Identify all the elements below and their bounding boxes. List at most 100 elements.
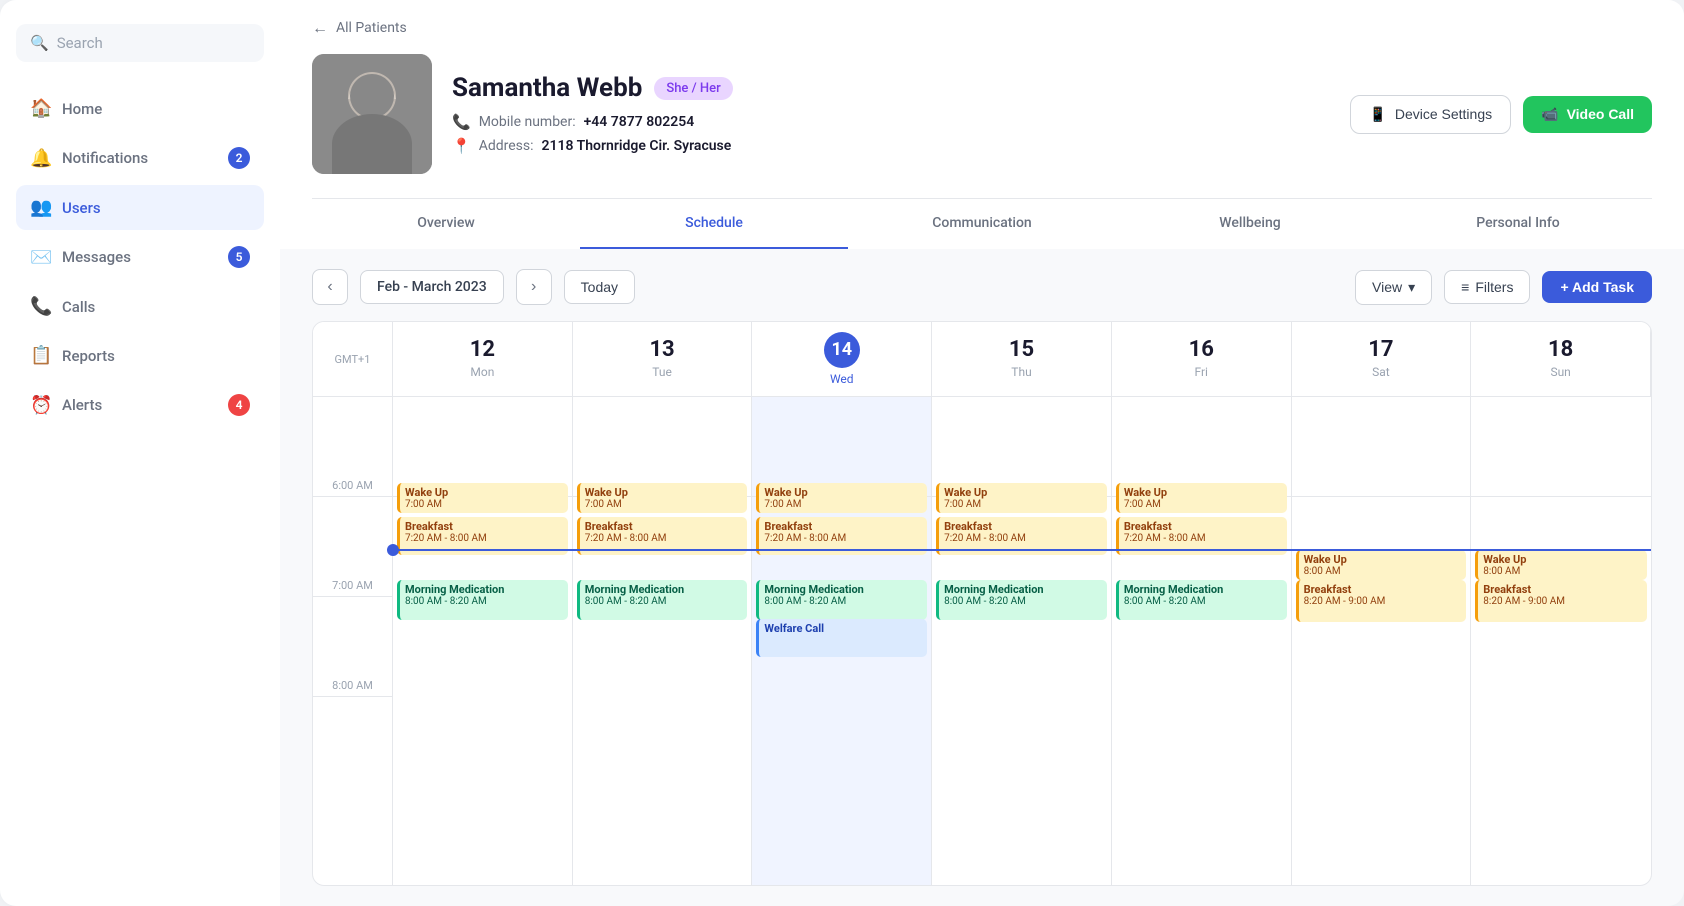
fri-6am-slot bbox=[1112, 397, 1291, 497]
wed-wakeup-event[interactable]: Wake Up 7:00 AM bbox=[756, 483, 927, 513]
sat-breakfast-event[interactable]: Breakfast 8:20 AM - 9:00 AM bbox=[1296, 580, 1467, 622]
main-content: ← All Patients Samantha Webb She / Her bbox=[280, 0, 1684, 906]
mon-breakfast-time: 7:20 AM - 8:00 AM bbox=[405, 533, 563, 544]
fri-breakfast-time: 7:20 AM - 8:00 AM bbox=[1124, 533, 1282, 544]
sidebar-item-home[interactable]: 🏠 Home bbox=[16, 86, 264, 131]
back-link[interactable]: ← All Patients bbox=[312, 18, 1652, 38]
mon-breakfast-title: Breakfast bbox=[405, 520, 563, 533]
wed-med-event[interactable]: Morning Medication 8:00 AM - 8:20 AM bbox=[756, 580, 927, 620]
view-button[interactable]: View ▾ bbox=[1355, 270, 1432, 305]
prev-week-button[interactable]: ‹ bbox=[312, 269, 348, 305]
tue-med-event[interactable]: Morning Medication 8:00 AM - 8:20 AM bbox=[577, 580, 748, 620]
time-slot-6am: 6:00 AM bbox=[313, 397, 392, 497]
sun-wakeup-title: Wake Up bbox=[1483, 553, 1642, 566]
fri-med-event[interactable]: Morning Medication 8:00 AM - 8:20 AM bbox=[1116, 580, 1287, 620]
tab-overview-label: Overview bbox=[417, 215, 474, 231]
wed-6am-slot bbox=[752, 397, 931, 497]
sidebar-item-alerts[interactable]: ⏰ Alerts 4 bbox=[16, 382, 264, 428]
today-button[interactable]: Today bbox=[564, 270, 635, 304]
sidebar-label-reports: Reports bbox=[62, 347, 115, 365]
tab-schedule[interactable]: Schedule bbox=[580, 199, 848, 249]
sidebar-item-calls[interactable]: 📞 Calls bbox=[16, 284, 264, 329]
wed-wakeup-title: Wake Up bbox=[764, 486, 922, 499]
sidebar-label-calls: Calls bbox=[62, 298, 95, 316]
sat-breakfast-title: Breakfast bbox=[1304, 583, 1462, 596]
sidebar-item-users[interactable]: 👥 Users bbox=[16, 185, 264, 230]
fri-breakfast-event[interactable]: Breakfast 7:20 AM - 8:00 AM bbox=[1116, 517, 1287, 555]
video-call-button[interactable]: 📹 Video Call bbox=[1523, 96, 1652, 133]
messages-badge: 5 bbox=[228, 246, 250, 268]
time-label-8am: 8:00 AM bbox=[332, 679, 373, 692]
bell-icon: 🔔 bbox=[30, 148, 50, 169]
mon-breakfast-event[interactable]: Breakfast 7:20 AM - 8:00 AM bbox=[397, 517, 568, 555]
fri-breakfast-title: Breakfast bbox=[1124, 520, 1282, 533]
tab-communication[interactable]: Communication bbox=[848, 199, 1116, 249]
thu-wakeup-title: Wake Up bbox=[944, 486, 1102, 499]
sidebar-item-messages[interactable]: ✉️ Messages 5 bbox=[16, 234, 264, 280]
day-name-mon: Mon bbox=[470, 365, 494, 379]
day-header-15: 15 Thu bbox=[932, 322, 1112, 396]
mon-med-event[interactable]: Morning Medication 8:00 AM - 8:20 AM bbox=[397, 580, 568, 620]
tab-personal-info[interactable]: Personal Info bbox=[1384, 199, 1652, 249]
sun-wakeup-time: 8:00 AM bbox=[1483, 566, 1642, 577]
day-num-17: 17 bbox=[1368, 339, 1393, 361]
mobile-value: +44 7877 802254 bbox=[584, 114, 695, 130]
sidebar-item-reports[interactable]: 📋 Reports bbox=[16, 333, 264, 378]
time-slot-8am: 8:00 AM bbox=[313, 597, 392, 697]
location-icon: 📍 bbox=[452, 137, 471, 155]
sun-breakfast-event[interactable]: Breakfast 8:20 AM - 9:00 AM bbox=[1475, 580, 1647, 622]
thu-breakfast-event[interactable]: Breakfast 7:20 AM - 8:00 AM bbox=[936, 517, 1107, 555]
day-col-thu: Wake Up 7:00 AM Breakfast 7:20 AM - 8:00… bbox=[932, 397, 1112, 885]
thu-med-event[interactable]: Morning Medication 8:00 AM - 8:20 AM bbox=[936, 580, 1107, 620]
sidebar-item-notifications[interactable]: 🔔 Notifications 2 bbox=[16, 135, 264, 181]
sat-wakeup-event[interactable]: Wake Up 8:00 AM bbox=[1296, 550, 1467, 580]
tab-wellbeing-label: Wellbeing bbox=[1219, 215, 1280, 231]
video-call-label: Video Call bbox=[1567, 106, 1634, 122]
address-value: 2118 Thornridge Cir. Syracuse bbox=[542, 138, 732, 154]
wed-wakeup-time: 7:00 AM bbox=[764, 499, 922, 510]
fri-wakeup-event[interactable]: Wake Up 7:00 AM bbox=[1116, 483, 1287, 513]
thu-wakeup-event[interactable]: Wake Up 7:00 AM bbox=[936, 483, 1107, 513]
tab-wellbeing[interactable]: Wellbeing bbox=[1116, 199, 1384, 249]
day-name-sat: Sat bbox=[1372, 365, 1390, 379]
search-placeholder: Search bbox=[57, 34, 103, 52]
day-name-thu: Thu bbox=[1011, 365, 1031, 379]
day-header-18: 18 Sun bbox=[1471, 322, 1651, 396]
tue-wakeup-event[interactable]: Wake Up 7:00 AM bbox=[577, 483, 748, 513]
home-icon: 🏠 bbox=[30, 98, 50, 119]
add-task-button[interactable]: + Add Task bbox=[1542, 271, 1652, 303]
sun-breakfast-time: 8:20 AM - 9:00 AM bbox=[1483, 596, 1642, 607]
day-header-13: 13 Tue bbox=[573, 322, 753, 396]
thu-wakeup-time: 7:00 AM bbox=[944, 499, 1102, 510]
reports-icon: 📋 bbox=[30, 345, 50, 366]
day-header-12: 12 Mon bbox=[393, 322, 573, 396]
mobile-label: Mobile number: bbox=[479, 114, 576, 130]
calendar-section: ‹ Feb - March 2023 › Today View ▾ ≡ Filt… bbox=[280, 249, 1684, 906]
sun-wakeup-event[interactable]: Wake Up 8:00 AM bbox=[1475, 550, 1647, 580]
wed-welfare-title: Welfare Call bbox=[764, 622, 922, 635]
device-settings-button[interactable]: 📱 Device Settings bbox=[1350, 95, 1511, 134]
tue-med-title: Morning Medication bbox=[585, 583, 743, 596]
sidebar-label-alerts: Alerts bbox=[62, 396, 102, 414]
day-col-wed: Wake Up 7:00 AM Breakfast 7:20 AM - 8:00… bbox=[752, 397, 932, 885]
tue-wakeup-title: Wake Up bbox=[585, 486, 743, 499]
time-label-7am: 7:00 AM bbox=[332, 579, 373, 592]
day-num-13: 13 bbox=[649, 339, 674, 361]
next-week-button[interactable]: › bbox=[516, 269, 552, 305]
day-num-15: 15 bbox=[1009, 339, 1034, 361]
mon-med-title: Morning Medication bbox=[405, 583, 563, 596]
tue-breakfast-event[interactable]: Breakfast 7:20 AM - 8:00 AM bbox=[577, 517, 748, 555]
header-actions: 📱 Device Settings 📹 Video Call bbox=[1350, 95, 1652, 134]
tab-overview[interactable]: Overview bbox=[312, 199, 580, 249]
sat-wakeup-title: Wake Up bbox=[1304, 553, 1462, 566]
wed-breakfast-event[interactable]: Breakfast 7:20 AM - 8:00 AM bbox=[756, 517, 927, 555]
mon-wakeup-event[interactable]: Wake Up 7:00 AM bbox=[397, 483, 568, 513]
search-box[interactable]: 🔍 Search bbox=[16, 24, 264, 62]
mon-med-time: 8:00 AM - 8:20 AM bbox=[405, 596, 563, 607]
filters-button[interactable]: ≡ Filters bbox=[1444, 270, 1530, 304]
wed-breakfast-time: 7:20 AM - 8:00 AM bbox=[764, 533, 922, 544]
time-slot-7am: 7:00 AM bbox=[313, 497, 392, 597]
alerts-icon: ⏰ bbox=[30, 395, 50, 416]
view-label: View bbox=[1372, 279, 1402, 295]
wed-welfare-event[interactable]: Welfare Call bbox=[756, 619, 927, 657]
